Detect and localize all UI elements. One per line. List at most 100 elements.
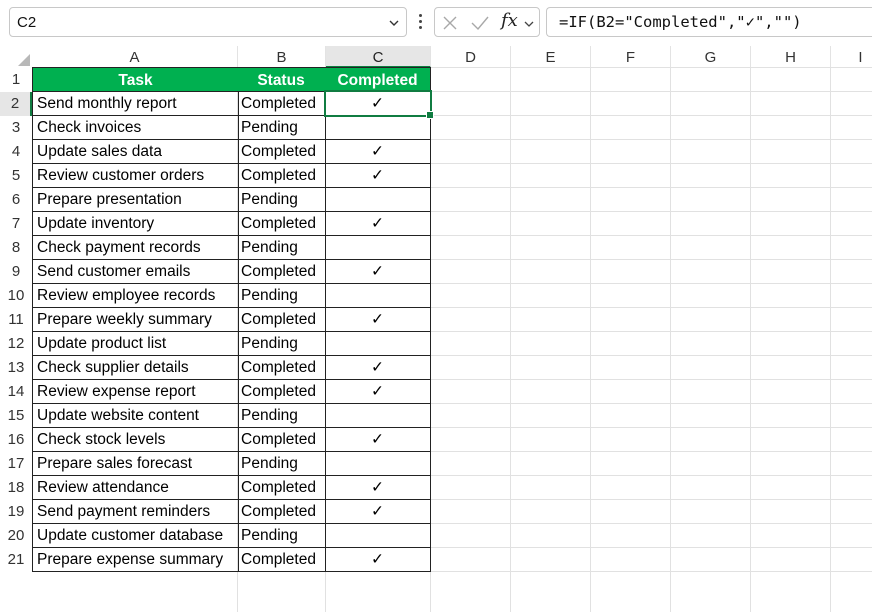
status-cell[interactable]: Completed bbox=[237, 259, 326, 284]
completed-cell[interactable] bbox=[325, 115, 431, 140]
completed-cell[interactable] bbox=[325, 523, 431, 548]
header-cell-task[interactable]: Task bbox=[32, 67, 239, 92]
task-cell[interactable]: Check supplier details bbox=[32, 355, 239, 380]
completed-cell[interactable]: ✓ bbox=[325, 139, 431, 164]
row-header-2[interactable]: 2 bbox=[0, 92, 32, 116]
row-header-13[interactable]: 13 bbox=[0, 356, 32, 380]
task-cell[interactable]: Prepare weekly summary bbox=[32, 307, 239, 332]
status-cell[interactable]: Completed bbox=[237, 427, 326, 452]
status-cell[interactable]: Completed bbox=[237, 163, 326, 188]
completed-cell[interactable]: ✓ bbox=[325, 547, 431, 572]
task-cell[interactable]: Prepare expense summary bbox=[32, 547, 239, 572]
more-options-icon[interactable] bbox=[418, 14, 424, 30]
task-cell[interactable]: Update inventory bbox=[32, 211, 239, 236]
status-cell[interactable]: Pending bbox=[237, 187, 326, 212]
completed-cell[interactable]: ✓ bbox=[325, 355, 431, 380]
task-cell[interactable]: Update sales data bbox=[32, 139, 239, 164]
completed-cell[interactable] bbox=[325, 283, 431, 308]
completed-cell[interactable] bbox=[325, 187, 431, 212]
column-header-h[interactable]: H bbox=[751, 46, 831, 68]
task-cell[interactable]: Prepare presentation bbox=[32, 187, 239, 212]
status-cell[interactable]: Pending bbox=[237, 451, 326, 476]
row-header-14[interactable]: 14 bbox=[0, 380, 32, 404]
column-header-i[interactable]: I bbox=[831, 46, 872, 68]
task-cell[interactable]: Review employee records bbox=[32, 283, 239, 308]
row-header-1[interactable]: 1 bbox=[0, 68, 32, 92]
row-header-12[interactable]: 12 bbox=[0, 332, 32, 356]
row-header-20[interactable]: 20 bbox=[0, 524, 32, 548]
task-cell[interactable]: Update website content bbox=[32, 403, 239, 428]
row-header-18[interactable]: 18 bbox=[0, 476, 32, 500]
select-all-button[interactable] bbox=[0, 46, 32, 68]
column-header-b[interactable]: B bbox=[238, 46, 326, 68]
chevron-down-icon[interactable] bbox=[523, 18, 535, 30]
column-header-d[interactable]: D bbox=[431, 46, 511, 68]
completed-cell[interactable]: ✓ bbox=[325, 307, 431, 332]
completed-cell[interactable]: ✓ bbox=[325, 379, 431, 404]
task-cell[interactable]: Review attendance bbox=[32, 475, 239, 500]
status-cell[interactable]: Completed bbox=[237, 475, 326, 500]
status-cell[interactable]: Pending bbox=[237, 331, 326, 356]
status-cell[interactable]: Pending bbox=[237, 523, 326, 548]
name-box[interactable]: C2 bbox=[9, 7, 407, 37]
task-cell[interactable]: Check invoices bbox=[32, 115, 239, 140]
task-cell[interactable]: Check stock levels bbox=[32, 427, 239, 452]
header-cell-status[interactable]: Status bbox=[237, 67, 326, 92]
completed-cell[interactable]: ✓ bbox=[325, 163, 431, 188]
status-cell[interactable]: Completed bbox=[237, 211, 326, 236]
status-cell[interactable]: Pending bbox=[237, 403, 326, 428]
insert-function-icon[interactable]: fx bbox=[501, 10, 518, 31]
task-cell[interactable]: Send monthly report bbox=[32, 91, 239, 116]
fill-handle[interactable] bbox=[426, 111, 434, 119]
row-header-4[interactable]: 4 bbox=[0, 140, 32, 164]
enter-check-icon[interactable] bbox=[470, 15, 490, 31]
row-header-3[interactable]: 3 bbox=[0, 116, 32, 140]
status-cell[interactable]: Completed bbox=[237, 499, 326, 524]
header-cell-completed[interactable]: Completed bbox=[325, 67, 431, 92]
completed-cell[interactable] bbox=[325, 403, 431, 428]
completed-cell[interactable]: ✓ bbox=[325, 499, 431, 524]
column-header-c[interactable]: C bbox=[326, 46, 431, 68]
completed-cell[interactable]: ✓ bbox=[325, 475, 431, 500]
status-cell[interactable]: Completed bbox=[237, 91, 326, 116]
completed-cell[interactable] bbox=[325, 331, 431, 356]
status-cell[interactable]: Pending bbox=[237, 115, 326, 140]
column-header-f[interactable]: F bbox=[591, 46, 671, 68]
row-header-11[interactable]: 11 bbox=[0, 308, 32, 332]
task-cell[interactable]: Update customer database bbox=[32, 523, 239, 548]
completed-cell[interactable]: ✓ bbox=[325, 259, 431, 284]
status-cell[interactable]: Pending bbox=[237, 235, 326, 260]
row-header-6[interactable]: 6 bbox=[0, 188, 32, 212]
row-header-16[interactable]: 16 bbox=[0, 428, 32, 452]
status-cell[interactable]: Completed bbox=[237, 307, 326, 332]
status-cell[interactable]: Completed bbox=[237, 139, 326, 164]
formula-input[interactable]: =IF(B2="Completed","✓","") bbox=[546, 7, 872, 37]
task-cell[interactable]: Prepare sales forecast bbox=[32, 451, 239, 476]
task-cell[interactable]: Review expense report bbox=[32, 379, 239, 404]
task-cell[interactable]: Send payment reminders bbox=[32, 499, 239, 524]
row-header-21[interactable]: 21 bbox=[0, 548, 32, 572]
status-cell[interactable]: Completed bbox=[237, 379, 326, 404]
column-header-g[interactable]: G bbox=[671, 46, 751, 68]
row-header-17[interactable]: 17 bbox=[0, 452, 32, 476]
task-cell[interactable]: Send customer emails bbox=[32, 259, 239, 284]
chevron-down-icon[interactable] bbox=[388, 17, 400, 29]
task-cell[interactable]: Review customer orders bbox=[32, 163, 239, 188]
column-header-e[interactable]: E bbox=[511, 46, 591, 68]
row-header-5[interactable]: 5 bbox=[0, 164, 32, 188]
status-cell[interactable]: Completed bbox=[237, 547, 326, 572]
column-header-a[interactable]: A bbox=[32, 46, 238, 68]
task-cell[interactable]: Check payment records bbox=[32, 235, 239, 260]
row-header-9[interactable]: 9 bbox=[0, 260, 32, 284]
row-header-19[interactable]: 19 bbox=[0, 500, 32, 524]
row-header-7[interactable]: 7 bbox=[0, 212, 32, 236]
status-cell[interactable]: Completed bbox=[237, 355, 326, 380]
row-header-10[interactable]: 10 bbox=[0, 284, 32, 308]
completed-cell[interactable]: ✓ bbox=[325, 427, 431, 452]
completed-cell[interactable]: ✓ bbox=[325, 211, 431, 236]
completed-cell[interactable] bbox=[325, 451, 431, 476]
row-header-15[interactable]: 15 bbox=[0, 404, 32, 428]
status-cell[interactable]: Pending bbox=[237, 283, 326, 308]
row-header-8[interactable]: 8 bbox=[0, 236, 32, 260]
cancel-icon[interactable] bbox=[442, 15, 458, 31]
